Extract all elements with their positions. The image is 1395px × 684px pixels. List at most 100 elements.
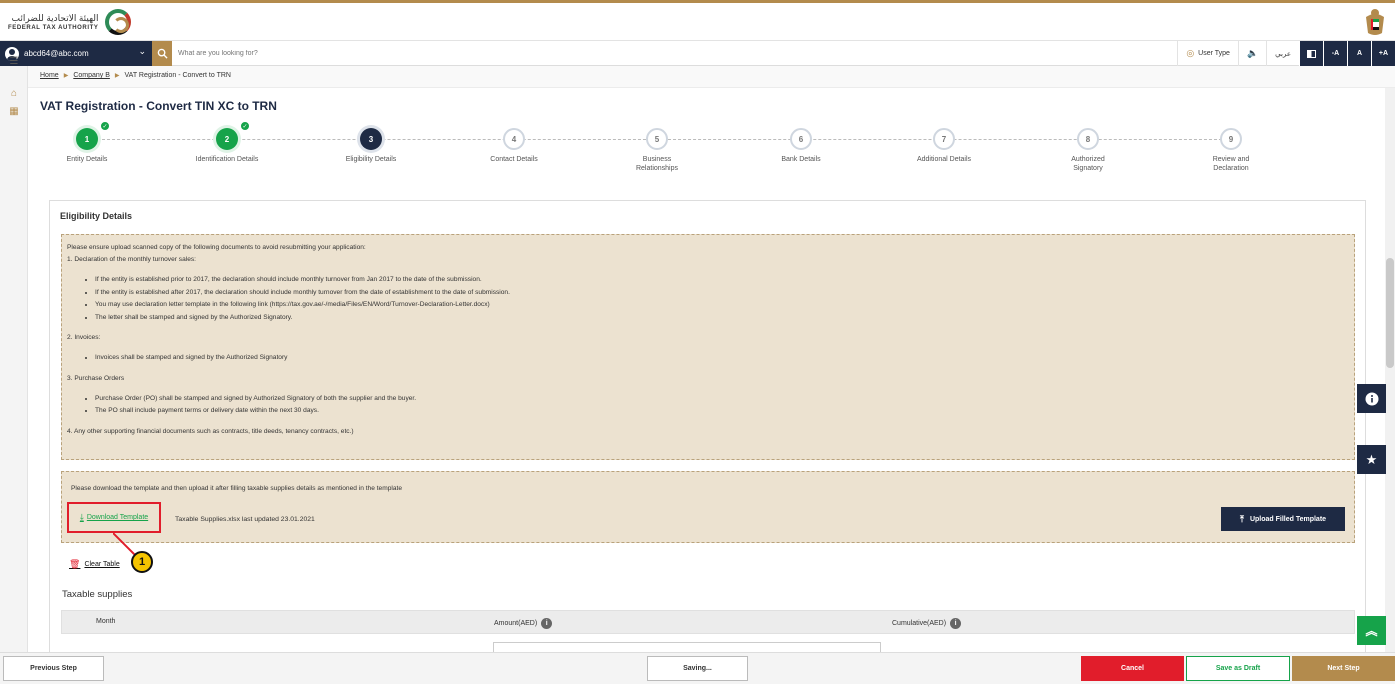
- search-icon: [157, 48, 168, 59]
- step-label: Identification Details: [195, 156, 259, 163]
- step-2[interactable]: 2 ✓ Identification Details: [177, 121, 277, 164]
- breadcrumb-separator-icon: ▶: [63, 73, 69, 79]
- scrollbar-thumb[interactable]: [1386, 258, 1394, 368]
- logo-text: الهيئة الاتحادية للضرائب FEDERAL TAX AUT…: [8, 13, 99, 32]
- font-increase-button[interactable]: +A: [1371, 41, 1395, 66]
- font-decrease-button[interactable]: -A: [1323, 41, 1347, 66]
- favorite-float-button[interactable]: ★: [1357, 445, 1386, 474]
- contrast-icon: [1307, 49, 1316, 58]
- top-navbar: abcd64@abc.com ⌄ ◎ User Type 🔈 عربي -A A…: [0, 41, 1395, 66]
- fta-logo[interactable]: الهيئة الاتحادية للضرائب FEDERAL TAX AUT…: [8, 7, 131, 37]
- uae-emblem-icon: [1366, 9, 1384, 35]
- info-icon[interactable]: i: [950, 618, 962, 629]
- template-upload-panel: Please download the template and then up…: [61, 471, 1355, 543]
- step-circle: 5: [646, 128, 668, 150]
- speaker-icon: 🔈: [1246, 48, 1259, 58]
- step-number: 3: [368, 134, 374, 144]
- step-circle: 3: [360, 128, 382, 150]
- language-label: عربي: [1275, 50, 1291, 58]
- font-normal-button[interactable]: A: [1347, 41, 1371, 66]
- step-label: Review and Declaration: [1212, 156, 1250, 172]
- audio-button[interactable]: 🔈: [1237, 41, 1266, 66]
- step-7[interactable]: 7 Additional Details: [894, 128, 994, 164]
- step-label: Authorized Signatory: [1071, 156, 1105, 172]
- step-number: 2: [224, 134, 230, 144]
- instruction-list: Invoices shall be stamped and signed by …: [95, 352, 1349, 365]
- taxable-supplies-table-header: Month Amount(AED) i Cumulative(AED) i: [61, 610, 1355, 634]
- next-step-button[interactable]: Next Step: [1292, 656, 1395, 681]
- download-icon: ⤓: [79, 512, 84, 522]
- column-label: Amount(AED): [494, 620, 538, 627]
- page-scrollbar[interactable]: [1385, 88, 1395, 652]
- step-label: Entity Details: [66, 156, 108, 163]
- list-item: If the entity is established after 2017,…: [95, 287, 1349, 300]
- contrast-toggle[interactable]: [1299, 41, 1323, 66]
- upload-icon: ⤒: [1239, 513, 1244, 524]
- breadcrumb: Home ▶ Company B ▶ VAT Registration - Co…: [40, 72, 231, 79]
- template-file-info: Taxable Supplies.xlsx last updated 23.01…: [175, 516, 315, 523]
- list-item: The PO shall include payment terms or de…: [95, 405, 1349, 418]
- saving-button[interactable]: Saving...: [647, 656, 748, 681]
- step-8[interactable]: 8 Authorized Signatory: [1038, 128, 1138, 173]
- instruction-list: If the entity is established prior to 20…: [95, 274, 1349, 324]
- breadcrumb-company[interactable]: Company B: [73, 72, 110, 79]
- footer-actions: Previous Step Saving... Cancel Save as D…: [0, 652, 1395, 684]
- list-item: If the entity is established prior to 20…: [95, 274, 1349, 287]
- logo-mark-icon: [104, 9, 131, 35]
- step-circle: 8: [1077, 128, 1099, 150]
- logo-arabic-text: الهيئة الاتحادية للضرائب: [11, 12, 99, 23]
- step-number: 9: [1228, 134, 1234, 144]
- user-type-selector[interactable]: ◎ User Type: [1177, 41, 1238, 66]
- clear-table-link[interactable]: 🗑 Clear Table: [69, 559, 120, 570]
- page-title: VAT Registration - Convert TIN XC to TRN: [40, 99, 277, 113]
- step-circle: 2 ✓: [216, 121, 250, 150]
- document-instructions: Please ensure upload scanned copy of the…: [61, 234, 1355, 460]
- instructions-intro: Please ensure upload scanned copy of the…: [67, 244, 366, 251]
- navbar-actions: ◎ User Type 🔈 عربي -A A +A: [1177, 41, 1395, 66]
- trash-icon: 🗑: [69, 559, 81, 569]
- list-item: Invoices shall be stamped and signed by …: [95, 352, 1349, 365]
- step-circle: 7: [933, 128, 955, 150]
- step-9[interactable]: 9 Review and Declaration: [1181, 128, 1281, 173]
- chevron-down-icon: ⌄: [138, 46, 146, 56]
- taxable-supplies-title: Taxable supplies: [62, 589, 133, 600]
- previous-step-button[interactable]: Previous Step: [3, 656, 104, 681]
- download-template-link[interactable]: ⤓ Download Template: [67, 502, 161, 533]
- home-icon[interactable]: ⌂: [0, 84, 28, 102]
- check-icon: ✓: [100, 121, 110, 131]
- cancel-button[interactable]: Cancel: [1081, 656, 1184, 681]
- step-circle: 1 ✓: [76, 121, 110, 150]
- instruction-list: Purchase Order (PO) shall be stamped and…: [95, 393, 1349, 418]
- info-icon[interactable]: i: [541, 618, 553, 629]
- search-input[interactable]: [178, 44, 678, 63]
- check-icon: ✓: [240, 121, 250, 131]
- user-email: abcd64@abc.com: [24, 49, 89, 58]
- user-type-icon: ◎: [1186, 48, 1195, 58]
- step-5[interactable]: 5 Business Relationships: [607, 128, 707, 173]
- breadcrumb-home[interactable]: Home: [40, 72, 59, 79]
- step-6[interactable]: 6 Bank Details: [751, 128, 851, 164]
- list-item: Purchase Order (PO) shall be stamped and…: [95, 393, 1349, 406]
- save-as-draft-button[interactable]: Save as Draft: [1186, 656, 1290, 681]
- step-circle: 9: [1220, 128, 1242, 150]
- language-toggle[interactable]: عربي: [1266, 41, 1299, 66]
- apps-grid-icon[interactable]: ▦: [0, 102, 28, 120]
- instruction-heading: 1. Declaration of the monthly turnover s…: [67, 256, 197, 263]
- menu-icon[interactable]: ☰: [0, 52, 28, 70]
- star-icon: ★: [1365, 451, 1378, 467]
- step-circle: 6: [790, 128, 812, 150]
- step-label: Business Relationships: [635, 156, 679, 172]
- step-4[interactable]: 4 Contact Details: [464, 128, 564, 164]
- info-float-button[interactable]: [1357, 384, 1386, 413]
- clear-table-label: Clear Table: [84, 561, 120, 568]
- user-type-label: User Type: [1198, 50, 1230, 57]
- step-1[interactable]: 1 ✓ Entity Details: [37, 121, 137, 164]
- logo-english-text: FEDERAL TAX AUTHORITY: [8, 24, 99, 31]
- upload-filled-template-button[interactable]: ⤒ Upload Filled Template: [1221, 507, 1345, 531]
- scroll-to-top-button[interactable]: ︽: [1357, 616, 1386, 645]
- step-3[interactable]: 3 Eligibility Details: [321, 128, 421, 164]
- step-number: 7: [941, 134, 947, 144]
- column-header-month: Month: [96, 618, 115, 625]
- breadcrumb-current: VAT Registration - Convert to TRN: [124, 72, 231, 79]
- search-button[interactable]: [152, 41, 172, 66]
